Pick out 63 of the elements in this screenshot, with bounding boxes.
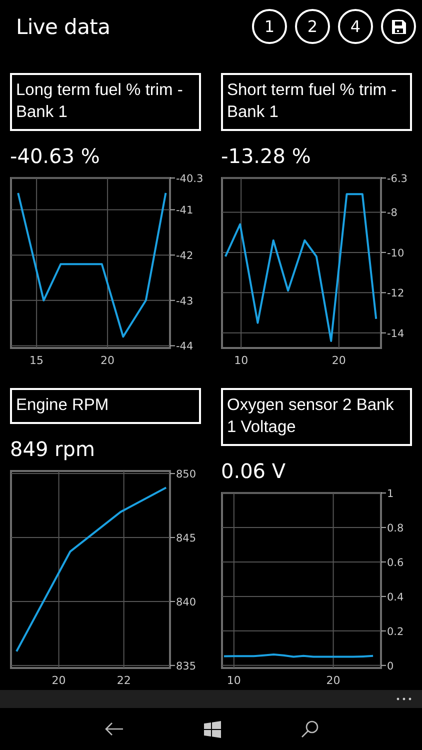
- x-tick-label: 20: [326, 674, 340, 687]
- tick-mark: [380, 292, 386, 294]
- sensor-value: -13.28 %: [221, 143, 312, 169]
- back-icon[interactable]: [104, 721, 124, 737]
- tick-mark: [170, 664, 176, 666]
- y-tick-label: 0.2: [387, 626, 404, 638]
- y-tick-label: -6.3: [387, 173, 408, 185]
- y-tick-label: 0: [387, 660, 394, 672]
- y-tick-label: -41: [176, 204, 194, 217]
- number-button[interactable]: 2: [295, 9, 330, 44]
- sensor-name[interactable]: Long term fuel % trim - Bank 1: [10, 73, 201, 131]
- sensor-value: -40.63 %: [10, 143, 101, 169]
- y-tick-label: 845: [176, 532, 196, 545]
- x-tick-label: 10: [234, 354, 248, 367]
- sensor-value: 0.06 V: [221, 458, 287, 484]
- y-tick-label: 840: [176, 596, 196, 608]
- y-tick-label: -14: [387, 328, 404, 340]
- tick-mark: [380, 252, 386, 253]
- y-tick-label: 1: [387, 488, 394, 500]
- number-button[interactable]: 4: [338, 9, 373, 44]
- four-panes-icon[interactable]: [204, 720, 220, 738]
- tick-mark: [170, 473, 176, 474]
- more-icon[interactable]: [396, 697, 412, 701]
- y-tick-label: -40.3: [176, 173, 204, 185]
- tick-mark: [170, 209, 176, 210]
- tick-mark: [170, 254, 176, 256]
- y-tick-label: -12: [387, 288, 404, 300]
- y-tick-label: -8: [387, 207, 398, 220]
- sensor-name[interactable]: Oxygen sensor 2 Bank 1 Voltage: [221, 388, 412, 446]
- y-tick-label: 850: [176, 468, 196, 481]
- tick-mark: [170, 600, 176, 602]
- save-button[interactable]: [381, 9, 416, 44]
- sensor-name[interactable]: Engine RPM: [10, 388, 201, 424]
- y-tick-label: 0.4: [387, 591, 404, 604]
- tick-mark: [380, 526, 386, 528]
- y-tick-label: 0.6: [387, 556, 404, 569]
- tick-mark: [170, 537, 176, 538]
- y-tick-label: 0.8: [387, 522, 404, 534]
- tick-mark: [380, 664, 386, 666]
- number-button[interactable]: 1: [252, 9, 287, 44]
- sensor-name[interactable]: Short term fuel % trim - Bank 1: [221, 73, 412, 131]
- x-tick-label: 10: [226, 674, 241, 687]
- sensor-value: 849 rpm: [10, 436, 96, 462]
- search-icon[interactable]: [300, 720, 318, 738]
- y-tick-label: -10: [387, 247, 404, 260]
- x-tick-label: 22: [116, 674, 131, 687]
- tick-mark: [380, 630, 386, 632]
- y-tick-label: -44: [176, 340, 194, 353]
- page-title: Live data: [16, 15, 112, 39]
- x-tick-label: 20: [332, 354, 346, 367]
- y-tick-label: -43: [176, 295, 194, 308]
- tick-mark: [380, 492, 386, 494]
- x-tick-label: 20: [100, 354, 115, 367]
- tick-mark: [380, 561, 386, 562]
- y-tick-label: -42: [176, 250, 194, 262]
- tick-mark: [170, 345, 176, 346]
- tick-mark: [380, 332, 386, 334]
- x-tick-label: 15: [30, 354, 44, 367]
- tick-mark: [380, 596, 386, 597]
- tick-mark: [380, 212, 386, 213]
- tick-mark: [170, 300, 176, 301]
- x-tick-label: 20: [52, 674, 66, 687]
- y-tick-label: 835: [176, 660, 196, 672]
